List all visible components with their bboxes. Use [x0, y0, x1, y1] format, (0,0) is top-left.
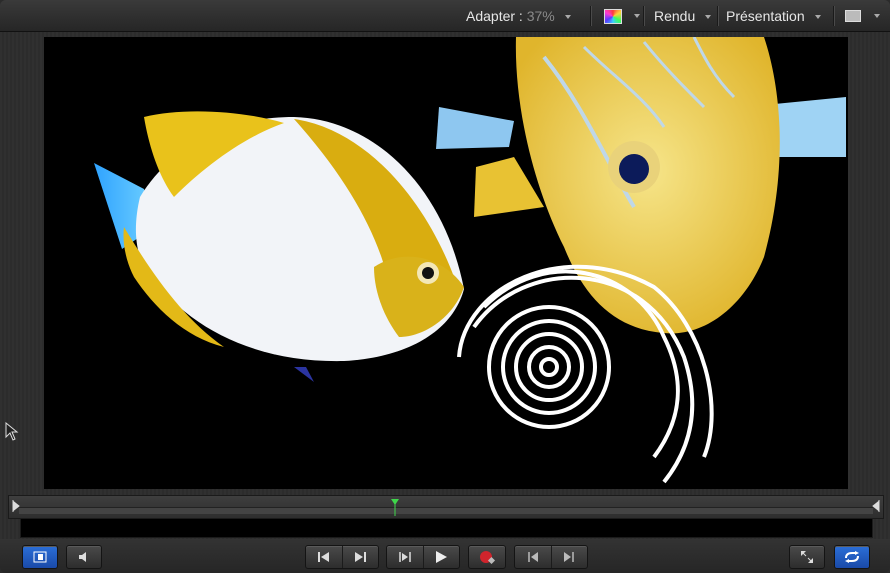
canvas-area [8, 33, 882, 492]
zoom-value: 37% [526, 8, 555, 24]
go-to-start-button[interactable] [306, 546, 342, 568]
toolbar-divider [833, 6, 835, 26]
go-to-end-button[interactable] [341, 546, 379, 568]
expand-icon [801, 551, 813, 563]
viewer-toolbar: Adapter : 37% Rendu Présentation [0, 0, 890, 32]
presentation-menu[interactable]: Présentation [726, 6, 821, 26]
timeline-ruler[interactable] [8, 495, 884, 519]
loop-icon [845, 551, 859, 563]
play-icon [436, 551, 448, 563]
record-icon [480, 551, 496, 564]
timeline-track[interactable] [19, 507, 873, 514]
chevron-down-icon [564, 15, 571, 20]
step-forward-icon [564, 552, 574, 562]
next-frame-button[interactable] [550, 546, 588, 568]
pane-toggle-icon [33, 551, 47, 563]
toolbar-divider [590, 6, 592, 26]
previous-frame-button[interactable] [515, 546, 551, 568]
view-layout-icon[interactable] [845, 10, 861, 22]
skip-to-start-icon [317, 552, 329, 562]
chevron-down-icon[interactable] [634, 14, 640, 18]
speaker-icon [79, 552, 86, 562]
full-screen-button[interactable] [789, 545, 825, 569]
yellow-snapper-fish [436, 37, 846, 334]
show-hide-project-pane-button[interactable] [22, 545, 58, 569]
mini-timeline[interactable] [20, 518, 873, 538]
motion-viewer-window: Adapter : 37% Rendu Présentation [0, 0, 890, 573]
toolbar-divider [717, 6, 719, 26]
presentation-label: Présentation [726, 8, 805, 24]
chevron-down-icon[interactable] [874, 14, 880, 18]
render-label: Rendu [654, 8, 696, 24]
play-from-start-icon [399, 552, 411, 562]
color-wheel-icon[interactable] [604, 9, 622, 24]
butterfly-fish [94, 111, 464, 382]
render-menu[interactable]: Rendu [654, 6, 712, 26]
go-to-start-end-group [305, 545, 379, 569]
play-range-out-icon[interactable] [872, 500, 880, 512]
skip-to-end-icon [355, 552, 367, 562]
transport-bar [0, 539, 890, 573]
play-from-start-button[interactable] [387, 546, 423, 568]
mouse-pointer-icon [5, 422, 19, 441]
playback-group [386, 545, 460, 569]
chevron-down-icon [705, 15, 712, 20]
toolbar-divider [643, 6, 645, 26]
frame-step-group [514, 545, 588, 569]
loop-playback-button[interactable] [834, 545, 870, 569]
fit-zoom-menu[interactable]: Adapter : 37% [466, 6, 571, 26]
playhead-icon[interactable] [390, 498, 400, 516]
chevron-down-icon [814, 15, 821, 20]
fit-label: Adapter : [466, 8, 523, 24]
step-back-icon [528, 552, 538, 562]
canvas-artwork [94, 37, 846, 484]
record-button[interactable] [468, 545, 506, 569]
audio-playback-button[interactable] [66, 545, 102, 569]
canvas-image[interactable] [44, 37, 848, 489]
play-button[interactable] [422, 546, 460, 568]
